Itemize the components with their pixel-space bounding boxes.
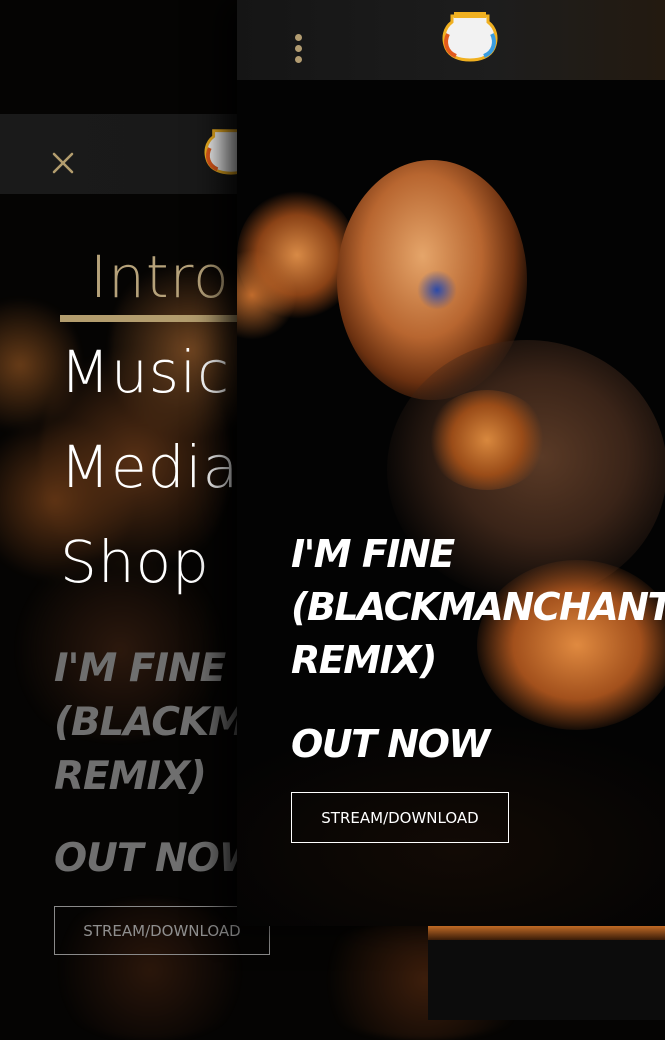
active-menu-underline (60, 315, 240, 322)
hero-artwork (237, 0, 665, 926)
stream-download-button[interactable]: STREAM/DOWNLOAD (291, 792, 509, 843)
release-title: I'M FINE (BLACKMANCHANT REMIX) (291, 532, 665, 682)
bottom-panel (428, 940, 665, 1020)
bottom-edge-strip (428, 926, 665, 940)
release-tagline: OUT NOW (291, 722, 490, 766)
menu-item-intro[interactable]: Intro (60, 230, 239, 325)
menu-item-media[interactable]: Media (60, 420, 239, 515)
app-screen: Intro Music Media Shop I'M FINE (BLACKMA… (0, 0, 665, 1040)
back-release-tagline: OUT NOW (54, 836, 262, 881)
menu-item-shop[interactable]: Shop (60, 515, 239, 610)
menu-item-music[interactable]: Music (60, 325, 239, 420)
close-icon[interactable] (50, 150, 76, 176)
nav-menu-list: Intro Music Media Shop (60, 230, 239, 610)
jar-logo-icon[interactable] (442, 10, 498, 62)
page-content-layer: I'M FINE (BLACKMANCHANT REMIX) OUT NOW S… (237, 0, 665, 926)
kebab-menu-icon[interactable] (293, 34, 303, 68)
